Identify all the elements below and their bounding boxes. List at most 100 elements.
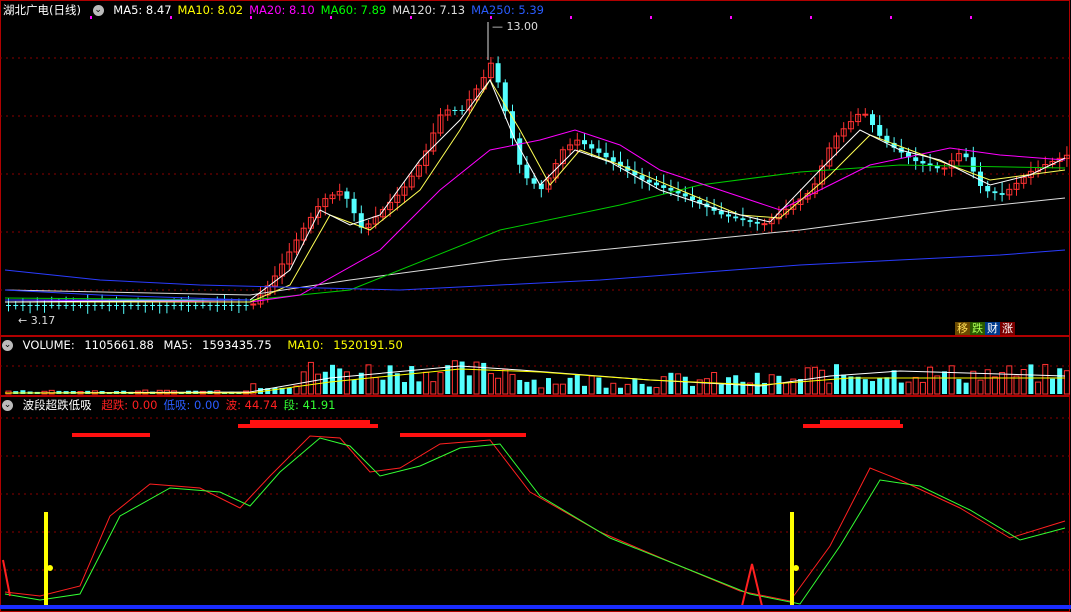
- candle-body: [13, 305, 19, 306]
- candle-body: [531, 178, 537, 184]
- candle-body: [200, 305, 206, 306]
- volume-ma5-value: 1593435.75: [202, 338, 272, 352]
- candle-body: [178, 305, 184, 306]
- volume-bar: [466, 375, 472, 394]
- volume-bar: [819, 369, 826, 395]
- volume-bar: [610, 382, 617, 395]
- volume-bar: [1042, 363, 1049, 395]
- volume-bar: [754, 372, 760, 394]
- signal-band: [820, 420, 900, 424]
- volume-bar: [445, 365, 451, 394]
- volume-panel[interactable]: ⌄ VOLUME: 1105661.88 MA5: 1593435.75 MA1…: [0, 336, 1071, 396]
- volume-ma5: MA5: 1593435.75: [164, 338, 278, 352]
- volume-bar: [487, 373, 494, 395]
- volume-bar: [891, 370, 897, 394]
- candle-body: [754, 221, 760, 224]
- candle-body: [877, 125, 883, 136]
- volume-bar: [668, 372, 674, 394]
- indicator-header: ⌄ 波段超跌低吸 超跌: 0.00 低吸: 0.00 波: 44.74 段: 41.9…: [0, 397, 348, 413]
- volume-bar: [582, 385, 587, 394]
- volume-bar: [624, 383, 631, 395]
- signal-marker: [570, 16, 572, 19]
- candle-body: [610, 157, 616, 162]
- candle-body: [193, 305, 199, 306]
- volume-bar: [855, 376, 861, 394]
- volume-bar: [552, 383, 559, 395]
- volume-bar: [567, 377, 573, 394]
- candle-body: [142, 305, 148, 306]
- candle-body: [646, 179, 652, 183]
- candle-body: [229, 305, 235, 306]
- main-chart-panel[interactable]: 湖北广电(日线) ⌄ MA5: 8.47 MA10: 8.02 MA20: 8.10…: [0, 0, 1071, 336]
- candle-body: [941, 167, 948, 170]
- candle-body: [344, 191, 350, 199]
- volume-bar: [286, 387, 292, 394]
- signal-marker: [970, 16, 972, 19]
- candle-body: [351, 198, 357, 214]
- volume-bar: [430, 381, 437, 395]
- chevron-down-icon[interactable]: ⌄: [2, 340, 13, 351]
- candle-body: [495, 63, 501, 83]
- candle-body: [920, 161, 926, 164]
- volume-bar: [509, 373, 516, 395]
- volume-bar: [783, 381, 790, 395]
- volume-bar: [1020, 368, 1027, 395]
- candle-body: [596, 148, 602, 153]
- candle-body: [747, 220, 753, 222]
- candle-body: [222, 305, 227, 306]
- volume-bar: [272, 387, 278, 394]
- panel-border: [0, 0, 1070, 336]
- stock-name: 湖北广电: [3, 3, 49, 17]
- volume-bar: [682, 376, 688, 394]
- candle-body: [78, 305, 83, 306]
- volume-bar: [517, 379, 523, 394]
- indicator-field: 低吸: 0.00: [163, 398, 220, 412]
- candle-body: [164, 305, 170, 306]
- candle-body: [207, 305, 213, 306]
- indicator-chart[interactable]: [0, 396, 1071, 612]
- volume-bar: [639, 383, 645, 394]
- candle-body: [49, 305, 55, 306]
- signal-bar: [44, 512, 48, 608]
- candle-body: [214, 305, 220, 306]
- candle-body: [106, 305, 112, 306]
- volume-bar: [343, 371, 350, 395]
- candle-body: [42, 305, 47, 306]
- candle-body: [157, 305, 163, 306]
- volume-bar: [862, 379, 868, 394]
- volume-bar: [632, 378, 638, 394]
- signal-dot: [47, 565, 53, 571]
- volume-bar: [703, 378, 710, 395]
- ma-legend-item: MA5: 8.47: [113, 3, 172, 17]
- indicator-field: 超跌: 0.00: [101, 398, 158, 412]
- chevron-down-icon[interactable]: ⌄: [2, 400, 13, 411]
- volume-bar: [618, 387, 623, 394]
- badge-group: 移跌财涨: [955, 321, 1015, 336]
- ma-legend-item: MA20: 8.10: [249, 3, 315, 17]
- chevron-down-icon[interactable]: ⌄: [92, 5, 104, 16]
- volume-bar: [905, 381, 912, 395]
- volume-bar: [898, 382, 904, 394]
- volume-bar: [574, 374, 580, 394]
- candlestick-chart[interactable]: [0, 0, 1071, 336]
- volume-bar: [826, 382, 833, 395]
- volume-bar: [330, 364, 335, 394]
- badge-finance[interactable]: 财: [985, 322, 1000, 335]
- badge-rise[interactable]: 涨: [1000, 322, 1015, 335]
- volume-bar: [919, 381, 926, 395]
- candle-body: [970, 157, 976, 172]
- candle-body: [978, 171, 983, 186]
- candle-body: [34, 305, 40, 306]
- candle-body: [186, 305, 191, 306]
- indicator-panel[interactable]: ⌄ 波段超跌低吸 超跌: 0.00 低吸: 0.00 波: 44.74 段: 41.9…: [0, 396, 1071, 612]
- candle-body: [27, 305, 33, 306]
- main-header: 湖北广电(日线) ⌄ MA5: 8.47 MA10: 8.02 MA20: 8.10…: [0, 2, 556, 18]
- badge-drop[interactable]: 跌: [970, 322, 985, 335]
- badge-move[interactable]: 移: [955, 322, 970, 335]
- volume-bar: [538, 387, 545, 395]
- volume-bar: [358, 372, 364, 394]
- candle-body: [6, 305, 11, 306]
- volume-label: VOLUME: 1105661.88: [23, 338, 160, 352]
- spike-line: [2, 559, 11, 597]
- volume-bar: [365, 364, 372, 395]
